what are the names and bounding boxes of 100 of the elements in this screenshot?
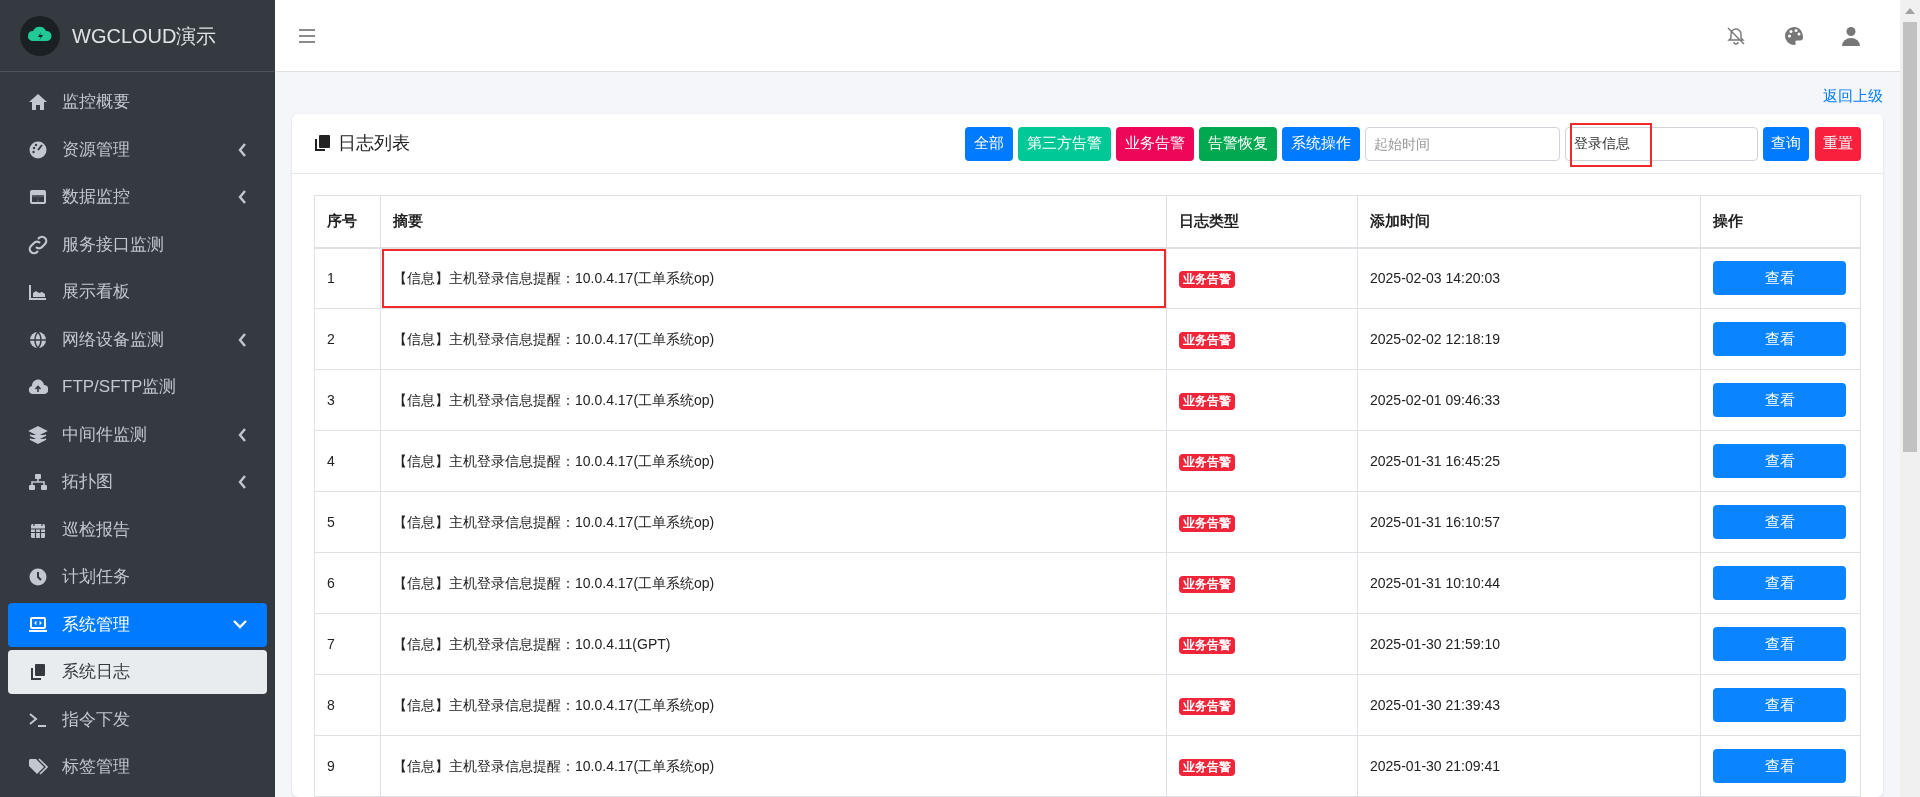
- column-header: 日志类型: [1166, 195, 1358, 248]
- summary-cell: 【信息】主机登录信息提醒：10.0.4.17(工单系统op): [380, 552, 1167, 614]
- log-type-badge: 业务告警: [1179, 697, 1235, 715]
- sidebar-item[interactable]: 展示看板: [8, 270, 267, 314]
- summary-cell: 【信息】主机登录信息提醒：10.0.4.17(工单系统op): [380, 308, 1167, 370]
- summary-cell: 【信息】主机登录信息提醒：10.0.4.17(工单系统op): [380, 674, 1167, 736]
- log-type-badge: 业务告警: [1179, 392, 1235, 410]
- table-cell: 2025-01-31 10:10:44: [1357, 552, 1701, 614]
- user-icon[interactable]: [1842, 25, 1860, 46]
- back-link[interactable]: 返回上级: [1823, 86, 1883, 106]
- table-cell: 1: [314, 247, 381, 309]
- table-cell: 2: [314, 308, 381, 370]
- filter-button[interactable]: 告警恢复: [1199, 126, 1277, 161]
- table-cell: 2025-01-30 21:39:43: [1357, 674, 1701, 736]
- sidebar-item[interactable]: 巡检报告: [8, 507, 267, 552]
- menu-icon[interactable]: [299, 28, 315, 43]
- view-button[interactable]: 查看: [1713, 627, 1846, 661]
- table-cell: 8: [314, 674, 381, 736]
- table-icon: [28, 187, 48, 207]
- sidebar-item[interactable]: 网络设备监测: [8, 317, 267, 362]
- keyword-field[interactable]: 登录信息: [1565, 126, 1758, 161]
- table-cell: 2025-01-30 21:59:10: [1357, 613, 1701, 675]
- chevron-left-icon: [238, 142, 247, 157]
- view-button[interactable]: 查看: [1713, 444, 1846, 478]
- summary-cell: 【信息】主机登录信息提醒：10.0.4.11(GPT): [380, 613, 1167, 675]
- reset-button[interactable]: 重置: [1815, 126, 1861, 161]
- column-header: 添加时间: [1357, 195, 1701, 248]
- table-cell: 2025-01-30 21:09:41: [1357, 735, 1701, 797]
- column-header: 操作: [1700, 195, 1861, 248]
- summary-cell: 【信息】主机登录信息提醒：10.0.4.17(工单系统op): [380, 491, 1167, 553]
- muted-bell-icon[interactable]: [1726, 25, 1746, 46]
- chevron-down-icon: [233, 620, 247, 629]
- laptop-code-icon: [28, 614, 48, 635]
- table-cell: 5: [314, 491, 381, 553]
- chevron-left-icon: [238, 427, 247, 442]
- log-type-badge: 业务告警: [1179, 575, 1235, 593]
- area-chart-icon: [28, 282, 48, 302]
- clock-icon: [28, 567, 48, 587]
- sidebar-subitem[interactable]: 系统日志: [8, 650, 267, 694]
- copy-icon: [28, 662, 48, 682]
- view-button[interactable]: 查看: [1713, 749, 1846, 783]
- scroll-up-arrow-icon[interactable]: [1905, 8, 1915, 14]
- summary-cell: 【信息】主机登录信息提醒：10.0.4.17(工单系统op): [380, 430, 1167, 492]
- sidebar-item[interactable]: 系统管理: [8, 602, 267, 647]
- chevron-left-icon: [238, 332, 247, 347]
- sidebar-item[interactable]: 拓扑图: [8, 460, 267, 504]
- summary-cell: 【信息】主机登录信息提醒：10.0.4.17(工单系统op): [380, 247, 1167, 309]
- sidebar-item[interactable]: FTP/SFTP监测: [8, 365, 267, 409]
- filter-button[interactable]: 全部: [965, 126, 1013, 161]
- sidebar-item[interactable]: 中间件监测: [8, 412, 267, 457]
- scrollbar-thumb[interactable]: [1903, 22, 1917, 452]
- cloud-logo-icon: [20, 15, 60, 56]
- card-title: 日志列表: [338, 132, 410, 155]
- view-button[interactable]: 查看: [1713, 566, 1846, 600]
- log-type-badge: 业务告警: [1179, 758, 1235, 776]
- home-icon: [28, 92, 48, 112]
- scrollbar[interactable]: [1900, 0, 1920, 797]
- view-button[interactable]: 查看: [1713, 322, 1846, 356]
- sidebar-item[interactable]: 计划任务: [8, 555, 267, 599]
- sidebar-subitem[interactable]: 指令下发: [8, 697, 267, 742]
- sidebar-subitem[interactable]: 标签管理: [8, 745, 267, 789]
- log-type-badge: 业务告警: [1179, 514, 1235, 532]
- table-cell: 2025-02-01 09:46:33: [1357, 369, 1701, 431]
- tags-icon: [28, 757, 48, 777]
- view-button[interactable]: 查看: [1713, 261, 1846, 296]
- layers-icon: [28, 424, 48, 445]
- filter-button[interactable]: 第三方告警: [1018, 126, 1111, 161]
- table-cell: 9: [314, 735, 381, 797]
- palette-icon[interactable]: [1784, 25, 1804, 46]
- view-button[interactable]: 查看: [1713, 383, 1846, 417]
- table-cell: 2025-02-02 12:18:19: [1357, 308, 1701, 370]
- chevron-left-icon: [238, 475, 247, 489]
- gauge-icon: [28, 139, 48, 160]
- log-type-badge: 业务告警: [1179, 331, 1235, 349]
- filter-button[interactable]: 系统操作: [1282, 126, 1360, 161]
- sitemap-icon: [28, 472, 48, 492]
- table-cell: 2025-01-31 16:45:25: [1357, 430, 1701, 492]
- sidebar-item[interactable]: 数据监控: [8, 175, 267, 219]
- table-cell: 6: [314, 552, 381, 614]
- table-cell: 4: [314, 430, 381, 492]
- chevron-left-icon: [238, 190, 247, 204]
- view-button[interactable]: 查看: [1713, 505, 1846, 539]
- column-header: 摘要: [380, 195, 1167, 248]
- sidebar-item[interactable]: 监控概要: [8, 80, 267, 124]
- sidebar-item[interactable]: 资源管理: [8, 127, 267, 172]
- table-cell: 2025-02-03 14:20:03: [1357, 247, 1701, 309]
- column-header: 序号: [314, 195, 381, 248]
- log-type-badge: 业务告警: [1179, 636, 1235, 654]
- table-cell: 3: [314, 369, 381, 431]
- filter-button[interactable]: 业务告警: [1116, 126, 1194, 161]
- sidebar-item[interactable]: 服务接口监测: [8, 222, 267, 267]
- table-cell: 7: [314, 613, 381, 675]
- table-cell: 2025-01-31 16:10:57: [1357, 491, 1701, 553]
- start-time-field[interactable]: 起始时间: [1365, 126, 1560, 161]
- brand-title: WGCLOUD演示: [72, 23, 217, 49]
- summary-cell: 【信息】主机登录信息提醒：10.0.4.17(工单系统op): [380, 369, 1167, 431]
- link-icon: [28, 234, 48, 255]
- query-button[interactable]: 查询: [1763, 126, 1809, 161]
- view-button[interactable]: 查看: [1713, 688, 1846, 722]
- log-type-badge: 业务告警: [1179, 453, 1235, 471]
